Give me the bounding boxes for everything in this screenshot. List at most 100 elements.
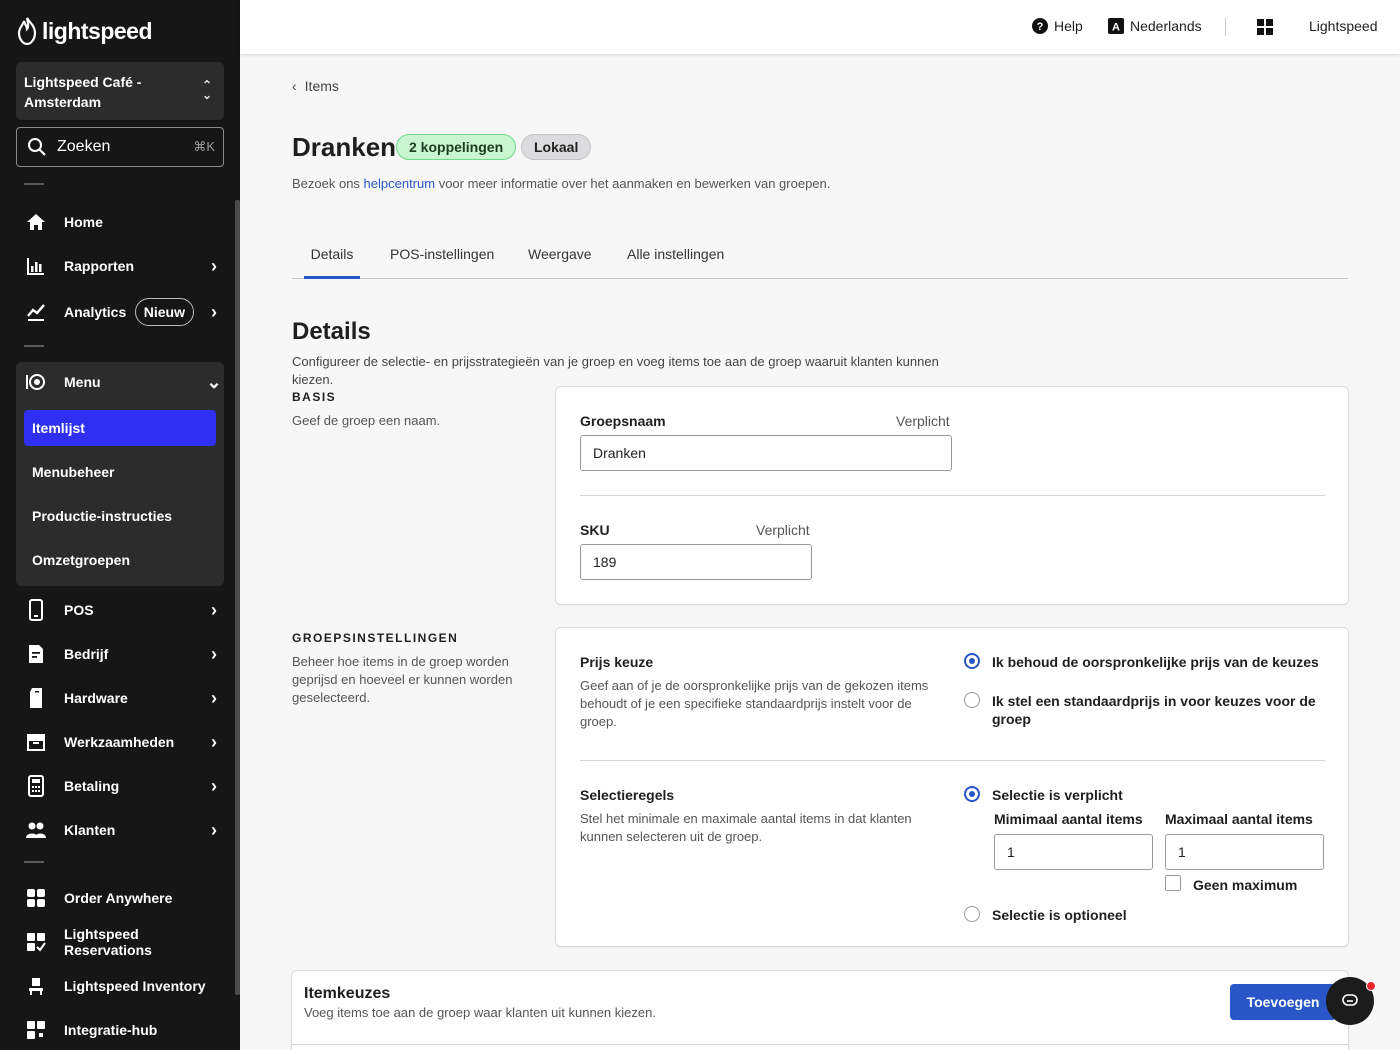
- account-menu[interactable]: Lightspeed: [1309, 18, 1378, 34]
- sidebar-item-label: Home: [64, 214, 103, 230]
- sidebar-item-analytics[interactable]: Analytics Nieuw ›: [16, 292, 224, 332]
- sidebar-subitem-productie[interactable]: Productie-instructies: [24, 498, 216, 534]
- groepsinstellingen-card: Prijs keuze Geef aan of je de oorspronke…: [555, 627, 1349, 947]
- divider: [24, 183, 44, 185]
- home-icon: [24, 210, 48, 234]
- helpcenter-link[interactable]: helpcentrum: [364, 176, 436, 191]
- chevron-right-icon: ›: [211, 731, 217, 752]
- prijs-keuze-title: Prijs keuze: [580, 654, 654, 670]
- radio-selection-optional[interactable]: [964, 906, 980, 922]
- sidebar-item-pos[interactable]: POS ›: [16, 590, 224, 630]
- radio-selection-optional-label[interactable]: Selectie is optioneel: [992, 906, 1127, 924]
- divider: [1225, 18, 1226, 36]
- help-text-suffix: voor meer informatie over het aanmaken e…: [435, 176, 831, 191]
- add-items-button[interactable]: Toevoegen: [1230, 984, 1336, 1020]
- groepsnaam-label: Groepsnaam: [580, 413, 666, 429]
- breadcrumb[interactable]: ‹ Items: [292, 78, 339, 94]
- sidebar-item-label: Werkzaamheden: [64, 734, 175, 750]
- chevron-right-icon: ›: [211, 819, 217, 840]
- grid-icon: [1257, 19, 1273, 35]
- search-input[interactable]: Zoeken ⌘K: [16, 127, 224, 167]
- svg-text:A: A: [1112, 22, 1120, 34]
- sku-label: SKU: [580, 522, 610, 538]
- selectieregels-description: Stel het minimale en maximale aantal ite…: [580, 811, 912, 844]
- itemkeuzes-card: Itemkeuzes Voeg items toe aan de groep w…: [291, 970, 1349, 1050]
- divider: [24, 345, 44, 347]
- radio-original-price-label[interactable]: Ik behoud de oorspronkelijke prijs van d…: [992, 653, 1322, 671]
- radio-selection-required[interactable]: [964, 786, 980, 802]
- search-shortcut: ⌘K: [193, 139, 215, 154]
- sidebar-subitem-omzetgroepen[interactable]: Omzetgroepen: [24, 542, 216, 578]
- chat-icon: [1342, 994, 1358, 1006]
- topbar: ? Help A Nederlands Lightspeed: [240, 0, 1400, 54]
- radio-standard-price[interactable]: [964, 692, 980, 708]
- help-text-prefix: Bezoek ons: [292, 176, 364, 191]
- sidebar-item-inventory[interactable]: Lightspeed Inventory: [16, 966, 224, 1006]
- sidebar-item-hardware[interactable]: Hardware ›: [16, 678, 224, 718]
- language-selector[interactable]: A Nederlands: [1108, 18, 1202, 34]
- document-icon: [24, 642, 48, 666]
- integration-icon: [24, 1018, 48, 1042]
- help-label: Help: [1054, 18, 1083, 34]
- min-items-input[interactable]: 1: [994, 834, 1153, 870]
- help-icon: ?: [1032, 18, 1048, 34]
- radio-selection-required-label[interactable]: Selectie is verplicht: [992, 786, 1123, 804]
- sidebar-item-klanten[interactable]: Klanten ›: [16, 810, 224, 850]
- sidebar-item-betaling[interactable]: Betaling ›: [16, 766, 224, 806]
- help-text: Bezoek ons helpcentrum voor meer informa…: [292, 176, 830, 191]
- sidebar-item-home[interactable]: Home: [16, 202, 224, 242]
- tab-details[interactable]: Details: [304, 246, 360, 279]
- sidebar-item-label: Rapporten: [64, 258, 134, 274]
- min-items-label: Mimimaal aantal items: [994, 811, 1143, 827]
- sku-input[interactable]: 189: [580, 544, 812, 580]
- selectieregels-title: Selectieregels: [580, 787, 675, 803]
- divider: [580, 760, 1325, 761]
- store-name: Lightspeed Café - Amsterdam: [24, 74, 142, 110]
- sidebar-item-integratie[interactable]: Integratie-hub: [16, 1010, 224, 1050]
- itemkeuzes-description: Voeg items toe aan de groep waar klanten…: [304, 1005, 656, 1020]
- flame-logo-icon: [17, 17, 37, 45]
- groepsnaam-input[interactable]: Dranken: [580, 435, 952, 471]
- chevron-right-icon: ›: [211, 599, 217, 620]
- notification-dot: [1366, 981, 1376, 991]
- tab-alle-instellingen[interactable]: Alle instellingen: [627, 246, 724, 279]
- apps-grid-button[interactable]: [1257, 19, 1273, 35]
- sidebar-item-menu[interactable]: Menu ⌄: [16, 362, 224, 402]
- radio-original-price[interactable]: [964, 653, 980, 669]
- no-max-label[interactable]: Geen maximum: [1193, 876, 1297, 894]
- sidebar-item-reservations[interactable]: Lightspeed Reservations: [16, 922, 224, 962]
- sidebar-item-order-anywhere[interactable]: Order Anywhere: [16, 878, 224, 918]
- sidebar-scrollbar[interactable]: [235, 200, 240, 995]
- radio-standard-price-label[interactable]: Ik stel een standaardprijs in voor keuze…: [992, 692, 1322, 728]
- brand-logo[interactable]: lightspeed: [16, 16, 153, 46]
- sidebar-subitem-itemlijst[interactable]: Itemlijst: [24, 410, 216, 446]
- chevron-left-icon: ‹: [292, 78, 297, 94]
- account-label: Lightspeed: [1309, 18, 1378, 34]
- reservations-icon: [24, 930, 48, 954]
- prijs-keuze-description: Geef aan of je de oorspronkelijke prijs …: [580, 678, 929, 729]
- help-link[interactable]: ? Help: [1032, 18, 1083, 34]
- max-items-input[interactable]: 1: [1165, 834, 1324, 870]
- local-badge: Lokaal: [521, 134, 592, 160]
- payment-terminal-icon: [24, 774, 48, 798]
- chevron-right-icon: ›: [211, 255, 217, 276]
- basis-label: BASIS: [292, 390, 337, 404]
- store-selector[interactable]: Lightspeed Café - Amsterdam ⌃ ⌄: [16, 62, 224, 120]
- page-title: Dranken: [292, 132, 397, 162]
- sidebar-item-bedrijf[interactable]: Bedrijf ›: [16, 634, 224, 674]
- sidebar-item-label: Lightspeed Inventory: [64, 978, 206, 994]
- no-max-checkbox[interactable]: [1165, 875, 1181, 891]
- links-badge[interactable]: 2 koppelingen: [396, 134, 517, 160]
- sidebar-item-werkzaamheden[interactable]: Werkzaamheden ›: [16, 722, 224, 762]
- new-badge: Nieuw: [134, 298, 194, 326]
- tab-pos-instellingen[interactable]: POS-instellingen: [390, 246, 494, 279]
- sidebar-item-rapporten[interactable]: Rapporten ›: [16, 246, 224, 286]
- basis-card: Groepsnaam Verplicht Dranken SKU Verplic…: [555, 386, 1349, 605]
- required-label: Verplicht: [896, 413, 950, 429]
- section-heading: Details: [292, 318, 371, 345]
- chevron-right-icon: ›: [211, 301, 217, 322]
- tab-weergave[interactable]: Weergave: [528, 246, 592, 279]
- divider: [580, 495, 1325, 496]
- sidebar-subitem-menubeheer[interactable]: Menubeheer: [24, 454, 216, 490]
- archive-icon: [24, 730, 48, 754]
